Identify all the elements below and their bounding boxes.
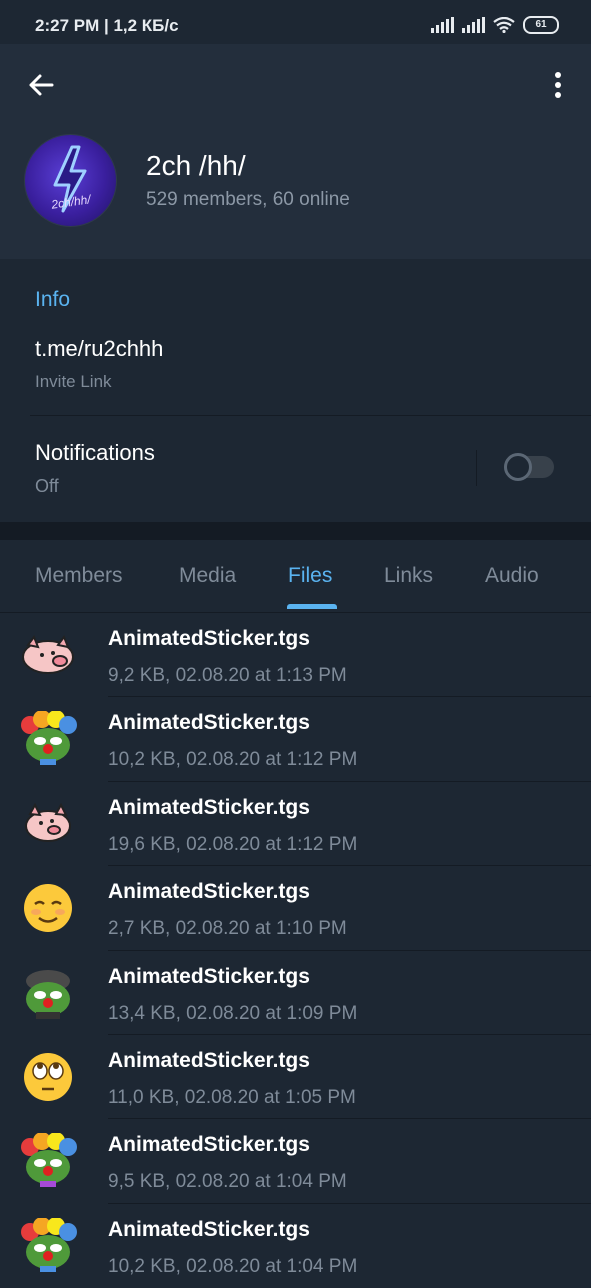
list-item[interactable]: AnimatedSticker.tgs 10,2 KB, 02.08.20 at… (0, 697, 591, 782)
chat-header: 2ch/hh/ 2ch /hh/ 529 members, 60 online (0, 44, 591, 259)
tab-audio[interactable]: Audio (485, 564, 539, 588)
smiling-face-sticker-icon (24, 884, 72, 933)
file-meta: 10,2 KB, 02.08.20 at 1:04 PM (108, 1255, 358, 1277)
chat-subtitle: 529 members, 60 online (146, 189, 350, 210)
list-item[interactable]: AnimatedSticker.tgs 19,6 KB, 02.08.20 at… (0, 782, 591, 867)
file-list: AnimatedSticker.tgs 9,2 KB, 02.08.20 at … (0, 613, 591, 1288)
pig-sticker-icon (25, 802, 71, 842)
section-gap (0, 522, 591, 540)
notifications-label[interactable]: Notifications (35, 440, 155, 466)
info-heading: Info (35, 288, 71, 311)
list-item[interactable]: AnimatedSticker.tgs 11,0 KB, 02.08.20 at… (0, 1035, 591, 1120)
file-meta: 2,7 KB, 02.08.20 at 1:10 PM (108, 918, 347, 940)
file-meta: 9,5 KB, 02.08.20 at 1:04 PM (108, 1171, 347, 1193)
file-name: AnimatedSticker.tgs (108, 711, 310, 735)
file-name: AnimatedSticker.tgs (108, 1133, 310, 1157)
list-item[interactable]: AnimatedSticker.tgs 10,2 KB, 02.08.20 at… (0, 1204, 591, 1288)
media-tabs: Members Media Files Links Audio (0, 540, 591, 613)
invite-link[interactable]: t.me/ru2chhh (35, 336, 163, 362)
toggle-knob (504, 453, 532, 481)
wifi-icon (493, 17, 515, 33)
file-name: AnimatedSticker.tgs (108, 1048, 310, 1072)
file-name: AnimatedSticker.tgs (108, 627, 310, 650)
notifications-toggle[interactable] (504, 453, 554, 481)
status-icons: 61 (431, 14, 559, 36)
file-name: AnimatedSticker.tgs (108, 880, 310, 904)
info-section: Info t.me/ru2chhh Invite Link Notificati… (0, 260, 591, 522)
battery-icon: 61 (523, 16, 559, 34)
more-options-icon[interactable] (553, 70, 563, 100)
pig-sticker-icon (22, 634, 74, 674)
file-name: AnimatedSticker.tgs (108, 964, 310, 988)
list-item[interactable]: AnimatedSticker.tgs 13,4 KB, 02.08.20 at… (0, 951, 591, 1035)
list-item[interactable]: AnimatedSticker.tgs 9,5 KB, 02.08.20 at … (0, 1119, 591, 1204)
tab-members[interactable]: Members (35, 564, 123, 588)
invite-link-caption: Invite Link (35, 372, 112, 391)
list-item[interactable]: AnimatedSticker.tgs 9,2 KB, 02.08.20 at … (0, 613, 591, 698)
file-name: AnimatedSticker.tgs (108, 795, 310, 819)
file-name: AnimatedSticker.tgs (108, 1217, 310, 1241)
pepe-sticker-icon (26, 969, 70, 1019)
file-meta: 13,4 KB, 02.08.20 at 1:09 PM (108, 1002, 358, 1024)
status-bar: 2:27 PM | 1,2 КБ/с 61 (0, 0, 591, 44)
tab-media[interactable]: Media (179, 564, 236, 588)
status-time: 2:27 PM | 1,2 КБ/с (35, 16, 179, 35)
eye-roll-face-sticker-icon (24, 1052, 72, 1101)
file-meta: 11,0 KB, 02.08.20 at 1:05 PM (108, 1086, 356, 1108)
clown-pepe-sticker-icon (21, 711, 77, 766)
divider (30, 415, 591, 416)
divider (476, 450, 477, 486)
avatar[interactable]: 2ch/hh/ (25, 135, 116, 226)
notifications-status: Off (35, 476, 59, 496)
signal-icon (462, 17, 485, 33)
clown-pepe-sticker-icon (21, 1217, 77, 1272)
signal-icon (431, 17, 454, 33)
clown-pepe-sticker-icon (21, 1133, 77, 1188)
file-meta: 9,2 KB, 02.08.20 at 1:13 PM (108, 665, 347, 686)
tab-links[interactable]: Links (384, 564, 433, 588)
list-item[interactable]: AnimatedSticker.tgs 2,7 KB, 02.08.20 at … (0, 866, 591, 951)
file-meta: 10,2 KB, 02.08.20 at 1:12 PM (108, 749, 358, 771)
active-tab-indicator (287, 604, 337, 609)
back-arrow-icon[interactable] (26, 70, 56, 100)
file-meta: 19,6 KB, 02.08.20 at 1:12 PM (108, 833, 358, 855)
tab-files[interactable]: Files (288, 564, 332, 588)
chat-title: 2ch /hh/ (146, 150, 246, 181)
